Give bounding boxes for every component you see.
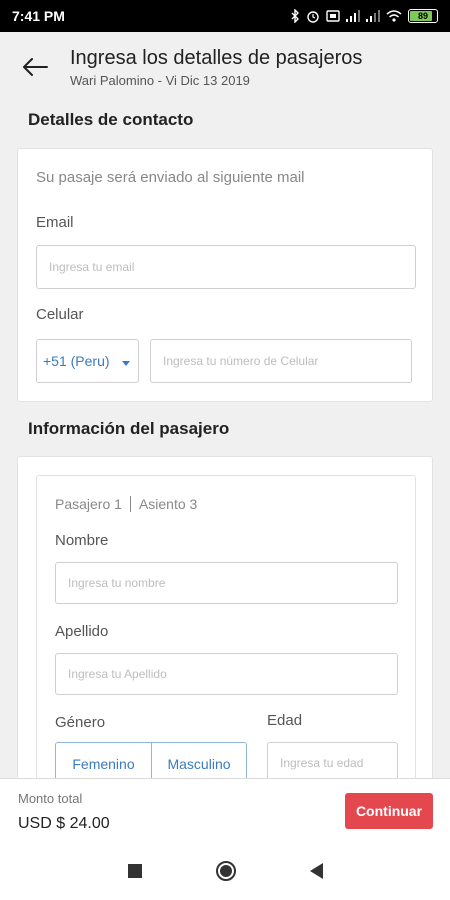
status-bar: 7:41 PM 89 [0, 0, 450, 32]
phone-input[interactable] [150, 339, 412, 383]
checkout-bar: Monto total USD $ 24.00 Continuar [0, 778, 450, 842]
recents-icon[interactable] [127, 864, 142, 878]
passenger-number: Pasajero 1 [55, 496, 122, 512]
contact-section-title: Detalles de contacto [28, 110, 194, 129]
phone-label: Celular [36, 306, 84, 323]
battery-level: 89 [417, 11, 428, 21]
gender-label: Género [55, 714, 106, 731]
trip-subtitle: Wari Palomino - Vi Dic 13 2019 [70, 72, 250, 88]
gender-toggle: Femenino Masculino [55, 742, 247, 778]
gender-female-button[interactable]: Femenino [56, 743, 151, 778]
seat-number: Asiento 3 [138, 496, 198, 512]
status-icons: 89 [290, 9, 438, 23]
passenger-section-title: Información del pasajero [28, 419, 230, 438]
email-label: Email [36, 214, 74, 231]
signal-icon [366, 10, 380, 22]
last-name-label: Apellido [55, 623, 109, 640]
age-label: Edad [267, 712, 303, 729]
country-code-select[interactable]: +51 (Peru) [36, 339, 139, 383]
age-input[interactable] [267, 742, 398, 778]
contact-note: Su pasaje será enviado al siguiente mail [36, 169, 305, 186]
continue-button[interactable]: Continuar [345, 793, 433, 829]
signal-icon [346, 10, 360, 22]
alarm-icon [307, 11, 319, 23]
battery-icon: 89 [408, 9, 438, 23]
form-content[interactable]: Detalles de contacto Su pasaje será envi… [0, 102, 450, 778]
total-amount: USD $ 24.00 [18, 815, 110, 832]
last-name-input[interactable] [55, 653, 398, 695]
app-header: Ingresa los detalles de pasajeros Wari P… [0, 32, 450, 102]
divider [129, 496, 131, 512]
gender-male-button[interactable]: Masculino [151, 743, 246, 778]
passenger-seat-header: Pasajero 1 Asiento 3 [55, 496, 197, 512]
back-button[interactable] [0, 32, 70, 102]
home-icon[interactable] [215, 861, 236, 881]
sim-icon [326, 10, 340, 22]
bluetooth-icon [291, 9, 299, 23]
email-input[interactable] [36, 245, 416, 289]
total-label: Monto total [18, 791, 83, 806]
back-triangle-icon[interactable] [309, 863, 323, 879]
first-name-input[interactable] [55, 562, 398, 604]
passenger-card: Pasajero 1 Asiento 3 Nombre Apellido Gén… [17, 456, 433, 778]
wifi-icon [386, 10, 402, 22]
first-name-label: Nombre [55, 532, 109, 549]
country-code-value: +51 (Peru) [43, 353, 110, 369]
page-title: Ingresa los detalles de pasajeros [70, 46, 363, 69]
arrow-left-icon [23, 58, 48, 76]
system-nav-bar [0, 842, 450, 900]
status-time: 7:41 PM [12, 8, 65, 24]
contact-card: Su pasaje será enviado al siguiente mail… [17, 148, 433, 402]
passenger-1-card: Pasajero 1 Asiento 3 Nombre Apellido Gén… [36, 475, 416, 778]
chevron-down-icon [122, 360, 130, 366]
